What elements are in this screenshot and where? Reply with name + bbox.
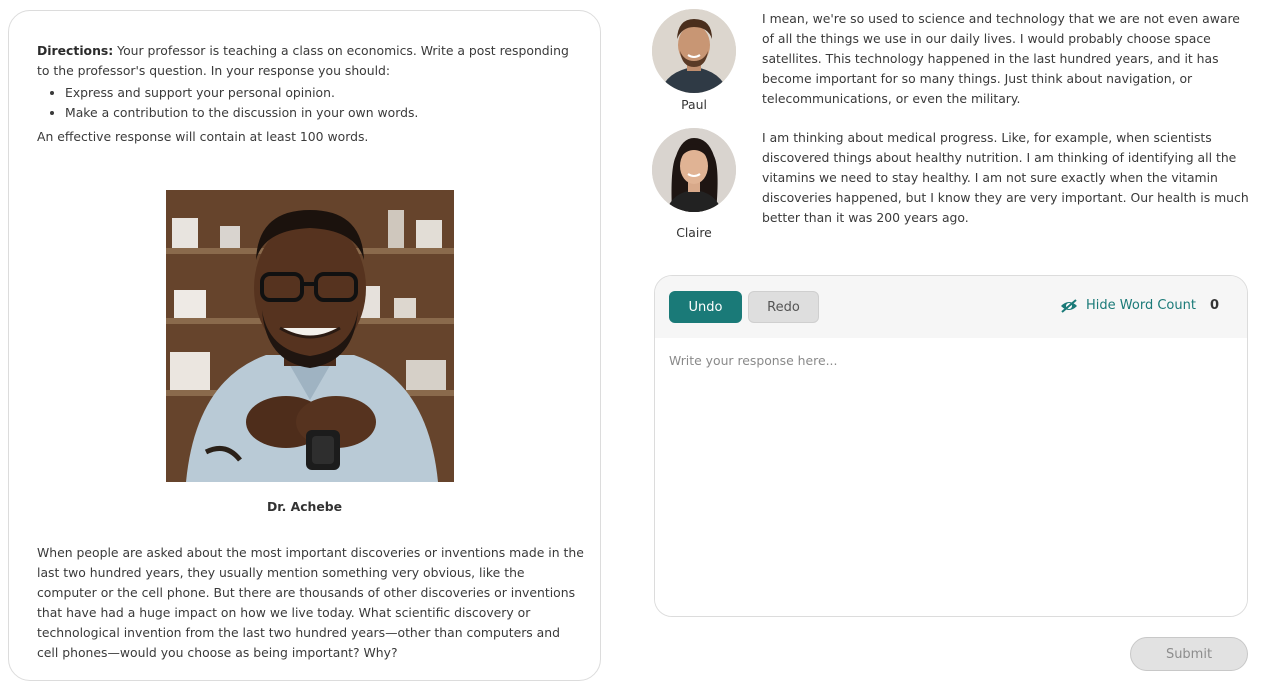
directions-body: Your professor is teaching a class on ec…	[37, 43, 569, 78]
directions-list: Express and support your personal opinio…	[37, 83, 578, 123]
directions-label: Directions:	[37, 43, 114, 58]
hide-word-count-label: Hide Word Count	[1086, 298, 1196, 313]
professor-name: Dr. Achebe	[266, 499, 343, 514]
editor-toolbar: Undo Redo Hide Word Count 0	[655, 276, 1247, 338]
prompt-panel: Directions: Your professor is teaching a…	[8, 10, 601, 681]
hide-word-count-toggle[interactable]: Hide Word Count 0	[1060, 298, 1219, 313]
submit-button[interactable]: Submit	[1130, 637, 1248, 671]
directions-bullet: Make a contribution to the discussion in…	[65, 103, 578, 123]
student-post-paul: Paul I mean, we're so used to science an…	[652, 9, 1252, 119]
avatar-paul-image	[652, 9, 736, 93]
directions-bullet: Express and support your personal opinio…	[65, 83, 578, 103]
student-name: Claire	[676, 225, 712, 240]
student-post-text: I am thinking about medical progress. Li…	[762, 130, 1249, 225]
student-name: Paul	[681, 97, 707, 112]
professor-photo-image	[166, 190, 454, 482]
avatar-claire-image	[652, 128, 736, 212]
response-textarea[interactable]	[655, 338, 1247, 616]
word-requirement: An effective response will contain at le…	[37, 129, 369, 144]
student-post-claire: Claire I am thinking about medical progr…	[652, 128, 1252, 243]
professor-question: When people are asked about the most imp…	[37, 545, 584, 660]
undo-button[interactable]: Undo	[669, 291, 742, 323]
redo-button[interactable]: Redo	[748, 291, 819, 323]
professor-photo	[166, 190, 454, 482]
avatar-paul	[652, 9, 736, 93]
student-post-text: I mean, we're so used to science and tec…	[762, 11, 1240, 106]
response-editor: Undo Redo Hide Word Count 0	[654, 275, 1248, 617]
directions-text: Directions: Your professor is teaching a…	[37, 41, 578, 81]
avatar-claire	[652, 128, 736, 212]
eye-slash-icon	[1060, 298, 1078, 313]
word-count-value: 0	[1209, 298, 1219, 313]
